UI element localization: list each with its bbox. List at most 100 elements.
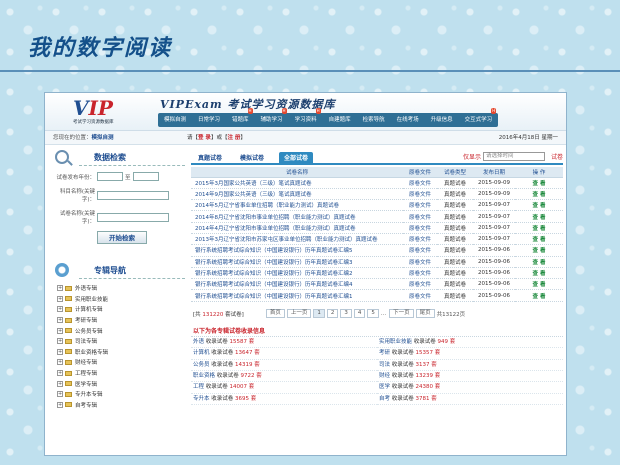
nav-item-0[interactable]: 模拟自测 xyxy=(158,113,192,127)
original-file-link[interactable]: 原卷文件 xyxy=(403,256,437,268)
next-page-button[interactable]: 下一页 xyxy=(389,309,414,319)
original-file-link[interactable]: 原卷文件 xyxy=(403,177,437,189)
breadcrumb-current[interactable]: 模拟自测 xyxy=(92,135,114,141)
paper-name-link[interactable]: 2014年4月辽宁省沈阳市事业单位招聘（职业能力测试）真题试卷 xyxy=(191,222,403,234)
expand-icon[interactable]: + xyxy=(57,401,63,408)
expand-icon[interactable]: + xyxy=(57,370,63,377)
expand-icon[interactable]: + xyxy=(57,359,63,366)
nav-item-1[interactable]: 日常学习 xyxy=(192,113,226,127)
category-item[interactable]: + 考研专辑 xyxy=(49,315,185,326)
original-file-link[interactable]: 原卷文件 xyxy=(403,278,437,291)
nav-item-5[interactable]: 自建题库 xyxy=(323,113,357,127)
paper-name-link[interactable]: 2014年8月辽宁省沈阳市事业单位招聘（职业能力测试）真题试卷 xyxy=(191,210,403,223)
expand-icon[interactable]: + xyxy=(57,380,63,387)
paper-name-link[interactable]: 银行系统招聘考试综合知识（中国建设银行）历年真题试卷汇编5 xyxy=(191,244,403,257)
expand-icon[interactable]: + xyxy=(57,285,63,292)
view-button[interactable]: 查 看 xyxy=(515,188,563,201)
paper-name-link[interactable]: 银行系统招聘考试综合知识（中国建设银行）历年真题试卷汇编3 xyxy=(191,256,403,268)
nav-item-2[interactable]: 错题库 xyxy=(226,108,255,127)
paper-name-link[interactable]: 2014年5月辽宁省事业单位招聘（职业能力测试）真题试卷 xyxy=(191,199,403,212)
paper-name-link[interactable]: 银行系统招聘考试综合知识（中国建设银行）历年真题试卷汇编1 xyxy=(191,289,403,302)
page-1-button[interactable]: 1 xyxy=(313,309,325,319)
original-file-link[interactable]: 原卷文件 xyxy=(403,233,437,246)
view-button[interactable]: 查 看 xyxy=(515,256,563,268)
expand-icon[interactable]: + xyxy=(57,295,63,302)
view-button[interactable]: 查 看 xyxy=(515,210,563,223)
collection-name-link[interactable]: 计算机 xyxy=(193,350,210,356)
original-file-link[interactable]: 原卷文件 xyxy=(403,222,437,234)
original-file-link[interactable]: 原卷文件 xyxy=(403,244,437,257)
view-button[interactable]: 查 看 xyxy=(515,199,563,212)
view-button[interactable]: 查 看 xyxy=(515,278,563,291)
view-button[interactable]: 查 看 xyxy=(515,222,563,234)
category-item[interactable]: + 专升本专辑 xyxy=(49,389,185,400)
collection-name-link[interactable]: 财经 xyxy=(379,373,390,379)
prev-page-button[interactable]: 上一页 xyxy=(286,309,312,319)
collection-name-link[interactable]: 实用职业技能 xyxy=(379,339,412,345)
paper-name-link[interactable]: 银行系统招聘考试综合知识（中国建设银行）历年真题试卷汇编4 xyxy=(191,278,403,291)
year-from-input[interactable] xyxy=(97,172,123,181)
nav-item-4[interactable]: 学习资料 xyxy=(289,108,323,127)
category-item[interactable]: + 工程专辑 xyxy=(49,368,185,379)
collection-name-link[interactable]: 专升本 xyxy=(193,396,210,402)
first-page-button[interactable]: 首页 xyxy=(265,309,285,319)
site-logo[interactable]: VIP 考试学习资源数据库 xyxy=(73,97,171,127)
category-item[interactable]: + 财经专辑 xyxy=(49,357,185,368)
paper-name-link[interactable]: 2015年3月国家公共英语（三级）笔试真题试卷 xyxy=(191,177,403,189)
page-3-button[interactable]: 3 xyxy=(340,309,352,319)
original-file-link[interactable]: 原卷文件 xyxy=(403,267,437,280)
category-item[interactable]: + 司法专辑 xyxy=(49,336,185,347)
page-4-button[interactable]: 4 xyxy=(353,309,366,319)
nav-item-7[interactable]: 在线考场 xyxy=(391,113,425,127)
original-file-link[interactable]: 原卷文件 xyxy=(403,199,437,212)
collection-name-link[interactable]: 司法 xyxy=(379,362,390,368)
page-2-button[interactable]: 2 xyxy=(326,309,339,319)
view-button[interactable]: 查 看 xyxy=(515,244,563,257)
collection-name-link[interactable]: 外语 xyxy=(193,339,204,345)
page-5-button[interactable]: 5 xyxy=(367,309,379,319)
collection-name-link[interactable]: 自考 xyxy=(379,396,390,402)
view-button[interactable]: 查 看 xyxy=(515,233,563,246)
expand-icon[interactable]: + xyxy=(57,391,63,398)
subject-keyword-input[interactable] xyxy=(97,190,169,200)
nav-item-3[interactable]: 辅助学习 xyxy=(255,108,289,127)
collection-name-link[interactable]: 医学 xyxy=(379,384,390,390)
original-file-link[interactable]: 原卷文件 xyxy=(403,289,437,302)
login-link[interactable]: 登 录 xyxy=(198,135,211,141)
collection-name-link[interactable]: 公务员 xyxy=(193,362,210,368)
view-button[interactable]: 查 看 xyxy=(515,267,563,280)
tab-real-papers[interactable]: 真题试卷 xyxy=(193,152,227,165)
expand-icon[interactable]: + xyxy=(57,327,63,334)
original-file-link[interactable]: 原卷文件 xyxy=(403,210,437,223)
paper-name-link[interactable]: 2014年9月国家公共英语（三级）笔试真题试卷 xyxy=(191,188,403,201)
expand-icon[interactable]: + xyxy=(57,338,63,345)
view-button[interactable]: 查 看 xyxy=(515,289,563,302)
paper-name-link[interactable]: 银行系统招聘考试综合知识（中国建设银行）历年真题试卷汇编2 xyxy=(191,267,403,280)
collection-name-link[interactable]: 职业资格 xyxy=(193,373,215,379)
category-item[interactable]: + 公务员专辑 xyxy=(49,325,185,336)
tab-mock-papers[interactable]: 模拟试卷 xyxy=(235,152,269,165)
year-to-input[interactable] xyxy=(132,172,159,181)
category-item[interactable]: + 职业资格专辑 xyxy=(49,347,185,358)
original-file-link[interactable]: 原卷文件 xyxy=(403,188,437,201)
view-button[interactable]: 查 看 xyxy=(515,177,563,189)
category-item[interactable]: + 实用职业技能 xyxy=(49,294,185,305)
category-item[interactable]: + 计算机专辑 xyxy=(49,304,185,315)
expand-icon[interactable]: + xyxy=(57,348,63,355)
time-select-input[interactable]: 请选择时间 xyxy=(482,152,545,161)
register-link[interactable]: 注 册 xyxy=(227,135,240,141)
tab-all-papers[interactable]: 全部试卷 xyxy=(279,152,314,165)
last-page-button[interactable]: 尾页 xyxy=(415,309,435,319)
nav-item-6[interactable]: 检索导航 xyxy=(357,113,391,127)
paper-filter-link[interactable]: 试卷 xyxy=(551,152,563,161)
nav-item-8[interactable]: 升级信息 xyxy=(425,113,459,127)
expand-icon[interactable]: + xyxy=(57,317,63,324)
nav-item-9[interactable]: 交互式学习 xyxy=(459,108,499,127)
category-item[interactable]: + 自考专辑 xyxy=(49,400,185,411)
start-search-button[interactable]: 开始检索 xyxy=(97,231,147,244)
expand-icon[interactable]: + xyxy=(57,306,63,313)
category-item[interactable]: + 医学专辑 xyxy=(49,378,185,389)
category-item[interactable]: + 外语专辑 xyxy=(49,283,185,294)
collection-name-link[interactable]: 工程 xyxy=(193,384,204,390)
paper-name-link[interactable]: 2013年3月辽宁省沈阳市苏家屯区事业单位招聘（职业能力测试）真题试卷 xyxy=(191,233,403,246)
